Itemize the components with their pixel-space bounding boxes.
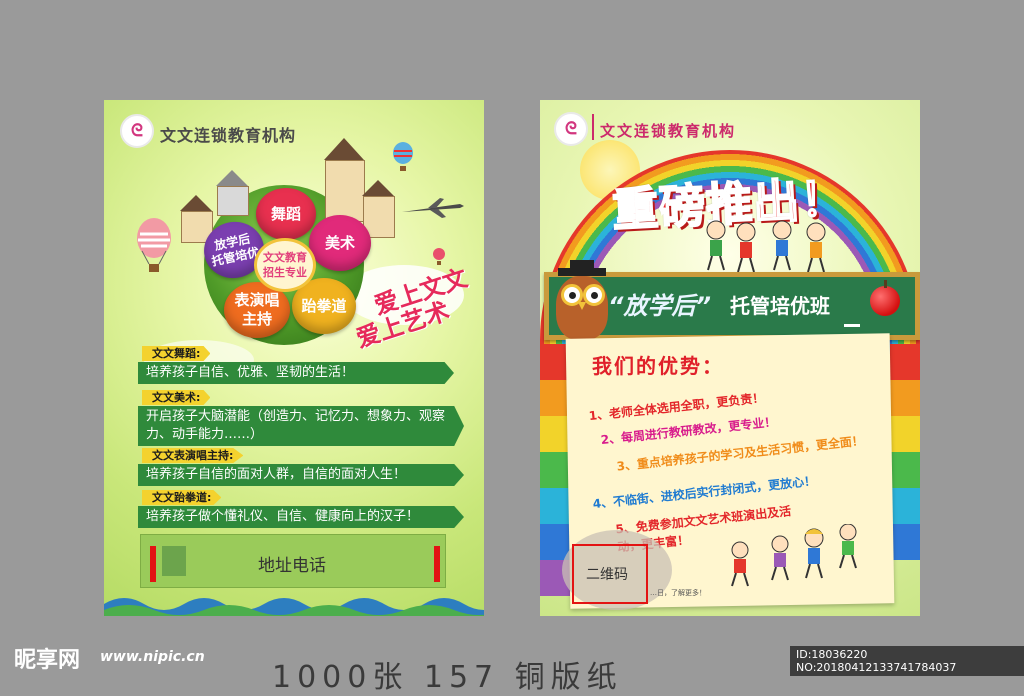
- house-icon: [324, 138, 365, 222]
- petal-art-label: 美术: [324, 233, 355, 252]
- redaction-mark: [434, 546, 440, 582]
- address-phone-label: 地址电话: [258, 556, 326, 576]
- petal-taekwondo-label: 跆拳道: [301, 296, 347, 315]
- section-label-art: 文文美术:: [142, 390, 211, 405]
- logo-mark: ᘓ: [565, 119, 577, 139]
- section-text-art: 开启孩子大脑潜能（创造力、记忆力、想象力、观察力、动手能力……）: [138, 406, 464, 446]
- org-name: 文文连锁教育机构: [160, 126, 297, 145]
- side-tab: [890, 416, 920, 452]
- side-tab: [540, 452, 570, 488]
- petal-dance-label: 舞蹈: [270, 204, 301, 223]
- flower-center: 文文教育 招生专业: [254, 238, 316, 292]
- hot-air-balloon-icon: [393, 142, 413, 171]
- watermark-id: ID:18036220 NO:20180412133741784037: [790, 646, 1024, 676]
- chalk-icon: [844, 324, 860, 327]
- section-label-dance: 文文舞蹈:: [142, 346, 211, 361]
- side-tab: [890, 344, 920, 380]
- small-note: …日，了解更多！: [650, 589, 706, 597]
- wave-decoration: [104, 598, 484, 616]
- section-text-taekwondo: 培养孩子做个懂礼仪、自信、健康向上的汉子！: [138, 506, 464, 528]
- side-tab: [890, 524, 920, 560]
- side-tab: [890, 488, 920, 524]
- apple-icon: [870, 286, 900, 316]
- apple-stem: [884, 280, 887, 288]
- board-text: 托管培优班: [730, 294, 830, 318]
- divider: [592, 114, 594, 140]
- qr-code-label: 二维码: [586, 567, 628, 583]
- redaction-block: [162, 546, 186, 576]
- hot-air-balloon-icon: [137, 218, 171, 272]
- right-flyer: ᘓ 文文连锁教育机构 重磅推出！ “放学后” 托管培优班 我们的优势： 1、老师…: [540, 100, 920, 616]
- side-tab: [890, 380, 920, 416]
- petal-performance-label: 表演唱 主持: [234, 291, 280, 328]
- org-name: 文文连锁教育机构: [600, 122, 737, 140]
- logo-icon: ᘓ: [554, 112, 588, 146]
- print-spec: 1000张 157 铜版纸: [272, 660, 623, 695]
- advantages-title: 我们的优势：: [592, 354, 724, 378]
- board-quoted-text: “放学后”: [608, 292, 711, 320]
- house-icon: [216, 170, 249, 216]
- petal-art: 美术: [309, 215, 371, 271]
- petal-afterschool-label: 放学后 托管培优: [210, 231, 261, 269]
- kids-illustration: [731, 524, 857, 587]
- petal-dance: 舞蹈: [256, 188, 316, 240]
- watermark-logo: 昵享网: [14, 647, 81, 673]
- section-label-performance: 文文表演唱主持:: [142, 448, 244, 463]
- section-label-taekwondo: 文文跆拳道:: [142, 490, 222, 505]
- section-text-dance: 培养孩子自信、优雅、坚韧的生活！: [138, 362, 454, 384]
- kids-illustration: [706, 220, 826, 273]
- section-text-performance: 培养孩子自信的面对人群，自信的面对人生！: [138, 464, 464, 486]
- redaction-mark: [150, 546, 156, 582]
- airplane-icon: [402, 198, 464, 218]
- side-tab: [540, 416, 570, 452]
- side-tab: [890, 452, 920, 488]
- owl-icon: [552, 260, 612, 340]
- left-flyer: ᘓ 文文连锁教育机构 舞蹈 美术 跆拳道 表演唱 主持 放学后 托管培优 文文教…: [104, 100, 484, 616]
- logo-icon: ᘓ: [120, 114, 154, 148]
- logo-mark: ᘓ: [131, 121, 143, 141]
- side-tab: [540, 488, 570, 524]
- watermark-site: www.nipic.cn: [100, 649, 205, 665]
